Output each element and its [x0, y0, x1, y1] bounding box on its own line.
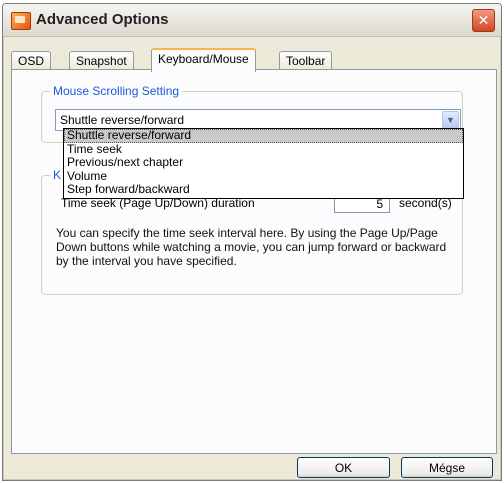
select-value: Shuttle reverse/forward	[60, 113, 185, 127]
tab-osd[interactable]: OSD	[11, 51, 52, 70]
tab-snapshot[interactable]: Snapshot	[69, 51, 134, 70]
ok-button[interactable]: OK	[297, 457, 390, 478]
group-legend: Mouse Scrolling Setting	[50, 84, 183, 98]
dropdown-option[interactable]: Shuttle reverse/forward	[64, 128, 463, 143]
tab-keyboard-mouse[interactable]: Keyboard/Mouse	[151, 48, 256, 72]
title-bar[interactable]: Advanced Options ✕	[3, 4, 501, 37]
window-title: Advanced Options	[36, 11, 169, 28]
help-text: You can specify the time seek interval h…	[56, 226, 447, 268]
scroll-mode-dropdown-list: Shuttle reverse/forward Time seek Previo…	[63, 128, 464, 199]
cancel-button[interactable]: Mégse	[401, 457, 493, 478]
advanced-options-window: Advanced Options ✕ OSD Snapshot Keyboard…	[2, 3, 502, 481]
chevron-down-icon[interactable]: ▼	[442, 111, 459, 129]
tab-toolbar[interactable]: Toolbar	[279, 51, 333, 70]
dropdown-option[interactable]: Time seek	[64, 142, 463, 157]
dropdown-option[interactable]: Previous/next chapter	[64, 156, 463, 170]
close-icon[interactable]: ✕	[472, 9, 495, 32]
app-icon	[11, 12, 31, 30]
group-legend: K	[50, 168, 65, 182]
dropdown-option[interactable]: Volume	[64, 169, 463, 184]
dropdown-option[interactable]: Step forward/backward	[64, 183, 463, 197]
